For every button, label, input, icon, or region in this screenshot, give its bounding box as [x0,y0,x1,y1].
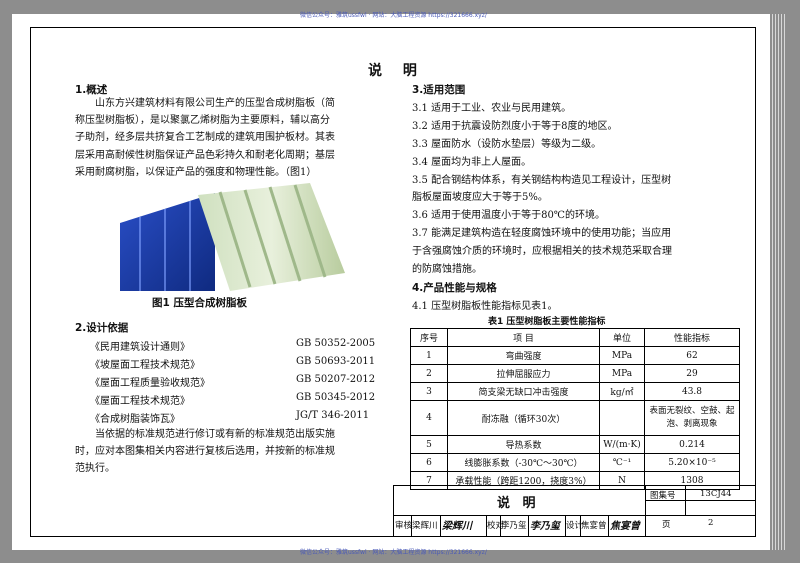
page-edge [784,14,785,550]
scope-line: 脂板屋面坡度应大于等于5%。 [412,192,548,203]
table-cell: 6 [410,453,448,472]
table-cell: 导热系数 [447,435,600,454]
standard-code: GB 50693-2011 [296,356,376,367]
table-cell [599,400,645,436]
column-header: 项 目 [447,328,600,347]
table-cell: 表面无裂纹、空鼓、起泡、剥离现象 [644,400,740,436]
table-cell: 弯曲强度 [447,346,600,365]
column-header: 序号 [410,328,448,347]
section-1-text: 山东方兴建筑材料有限公司生产的压型合成树脂板（简 称压型树脂板），是以聚氯乙烯树… [75,95,395,181]
table-row: 5 导热系数 W/(m·K) 0.214 [410,435,740,454]
table-row: 6 线膨胀系数（-30℃～30℃） ℃⁻¹ 5.20×10⁻⁵ [410,453,740,472]
table-cell: ℃⁻¹ [599,453,645,472]
section-2-heading: 2.设计依据 [75,322,129,334]
page-edge [781,14,782,550]
table-cell: 5 [410,435,448,454]
table-cell: 3 [410,382,448,401]
title-block-divider [685,485,686,515]
page-edge [775,14,776,550]
table-cell: 0.214 [644,435,740,454]
page-edge [772,14,773,550]
review-label: 审核 [395,521,413,531]
title-block-divider [393,515,756,516]
paragraph-line: 称压型树脂板），是以聚氯乙烯树脂为主要原料，辅以高分 [75,115,330,127]
scope-line: 3.5 配合钢结构体系，有关钢结构构造见工程设计，压型树 [412,175,672,186]
paragraph-line: 层采用高耐候性树脂保证产品色彩持久和耐老化周期；基层 [75,149,335,161]
page-title: 说 明 [368,63,425,79]
title-block-divider [645,485,646,537]
check-signature: 李乃玺 [530,521,560,532]
table-cell: MPa [599,364,645,383]
standard-code: GB 50352-2005 [296,338,376,349]
standard-name: 《屋面工程质量验收规范》 [90,378,210,389]
design-name: 焦宴曾 [581,521,607,531]
scope-line: 3.3 屋面防水（设防水垫层）等级为二级。 [412,139,602,150]
standard-name: 《屋面工程技术规范》 [90,396,190,407]
table-caption: 表1 压型树脂板主要性能指标 [488,317,606,327]
paragraph-line: 采用耐腐树脂，以保证产品的强度和物理性能。（图1） [75,166,317,178]
table-cell: 1 [410,346,448,365]
table-cell: 简支梁无缺口冲击强度 [447,382,600,401]
standard-name: 《坡屋面工程技术规范》 [90,360,200,371]
standard-name: 《民用建筑设计通则》 [90,342,190,353]
table-cell: 62 [644,346,740,365]
title-block-name: 说 明 [497,496,540,511]
standard-name: 《合成树脂装饰瓦》 [90,414,180,425]
table-cell: 43.8 [644,382,740,401]
title-block-divider [440,515,441,537]
table-row: 3 简支梁无缺口冲击强度 kg/㎡ 43.8 [410,382,740,401]
design-signature: 焦宴曾 [610,521,640,532]
title-block-divider [608,515,609,537]
section-4-intro: 4.1 压型树脂板性能指标见表1。 [412,301,558,312]
standard-code: GB 50345-2012 [296,392,376,403]
page-edge [778,14,779,550]
paragraph-line: 当依据的标准规范进行修订或有新的标准规范出版实施 [95,429,335,440]
watermark-top: 微信公众号：雅筑ussfwl · 网站：大脑工程资源 https://32166… [300,12,487,19]
figure-caption: 图1 压型合成树脂板 [152,297,247,309]
section-4-heading: 4.产品性能与规格 [412,282,497,294]
scope-line: 3.1 适用于工业、农业与民用建筑。 [412,103,572,114]
table-cell: 4 [410,400,448,436]
table-cell: 拉伸屈服应力 [447,364,600,383]
table-cell: 29 [644,364,740,383]
atlas-number: 13CJ44 [700,489,732,499]
table-cell: 2 [410,364,448,383]
column-header: 单位 [599,328,645,347]
watermark-bottom: 微信公众号：雅筑ussfwl · 网站：大脑工程资源 https://32166… [300,549,487,556]
scope-line: 3.4 屋面均为非上人屋面。 [412,157,532,168]
table-cell: 线膨胀系数（-30℃～30℃） [447,453,600,472]
table-cell: 5.20×10⁻⁵ [644,453,740,472]
scope-line: 3.2 适用于抗震设防烈度小于等于8度的地区。 [412,121,618,132]
table-cell: 耐冻融（循环30次） [447,400,600,436]
column-header: 性能指标 [644,328,740,347]
review-name: 梁辉川 [412,521,438,531]
paragraph-line: 范执行。 [75,463,115,475]
standard-code: GB 50207-2012 [296,374,376,385]
table-cell: kg/㎡ [599,382,645,401]
table-row: 1 弯曲强度 MPa 62 [410,346,740,365]
page-label: 页 [662,520,671,530]
review-signature: 梁辉川 [442,521,472,532]
title-block-divider [528,515,529,537]
standard-code: JG/T 346-2011 [296,410,370,421]
paragraph-line: 山东方兴建筑材料有限公司生产的压型合成树脂板（简 [95,98,335,109]
paragraph-line: 时，应对本图集相关内容进行复核后选用，并按新的标准规 [75,446,335,458]
table-row: 4 耐冻融（循环30次） 表面无裂纹、空鼓、起泡、剥离现象 [410,400,740,436]
scope-line: 的防腐蚀措施。 [412,264,482,275]
paragraph-line: 子助剂，经多层共挤复合工艺制成的建筑用围护板材。其表 [75,132,335,144]
table-cell: W/(m·K) [599,435,645,454]
check-name: 李乃玺 [501,521,527,531]
table-cell: MPa [599,346,645,365]
section-3-heading: 3.适用范围 [412,84,466,96]
section-2-note: 当依据的标准规范进行修订或有新的标准规范出版实施 时，应对本图集相关内容进行复核… [75,426,395,478]
table-header-row: 序号 项 目 单位 性能指标 [410,328,740,347]
table-row: 2 拉伸屈服应力 MPa 29 [410,364,740,383]
scope-line: 3.6 适用于使用温度小于等于80℃的环境。 [412,210,605,221]
scope-line: 3.7 能满足建筑构造在轻度腐蚀环境中的使用功能；当应用 [412,228,672,239]
atlas-number-label: 图集号 [650,491,676,501]
resin-panel-photo [120,183,345,291]
scope-line: 于含强腐蚀介质的环境时，应根据相关的技术规范采取合理 [412,246,672,257]
performance-table: 序号 项 目 单位 性能指标 1 弯曲强度 MPa 62 2 拉伸屈服应力 MP… [410,328,740,490]
page-number: 2 [708,518,714,528]
